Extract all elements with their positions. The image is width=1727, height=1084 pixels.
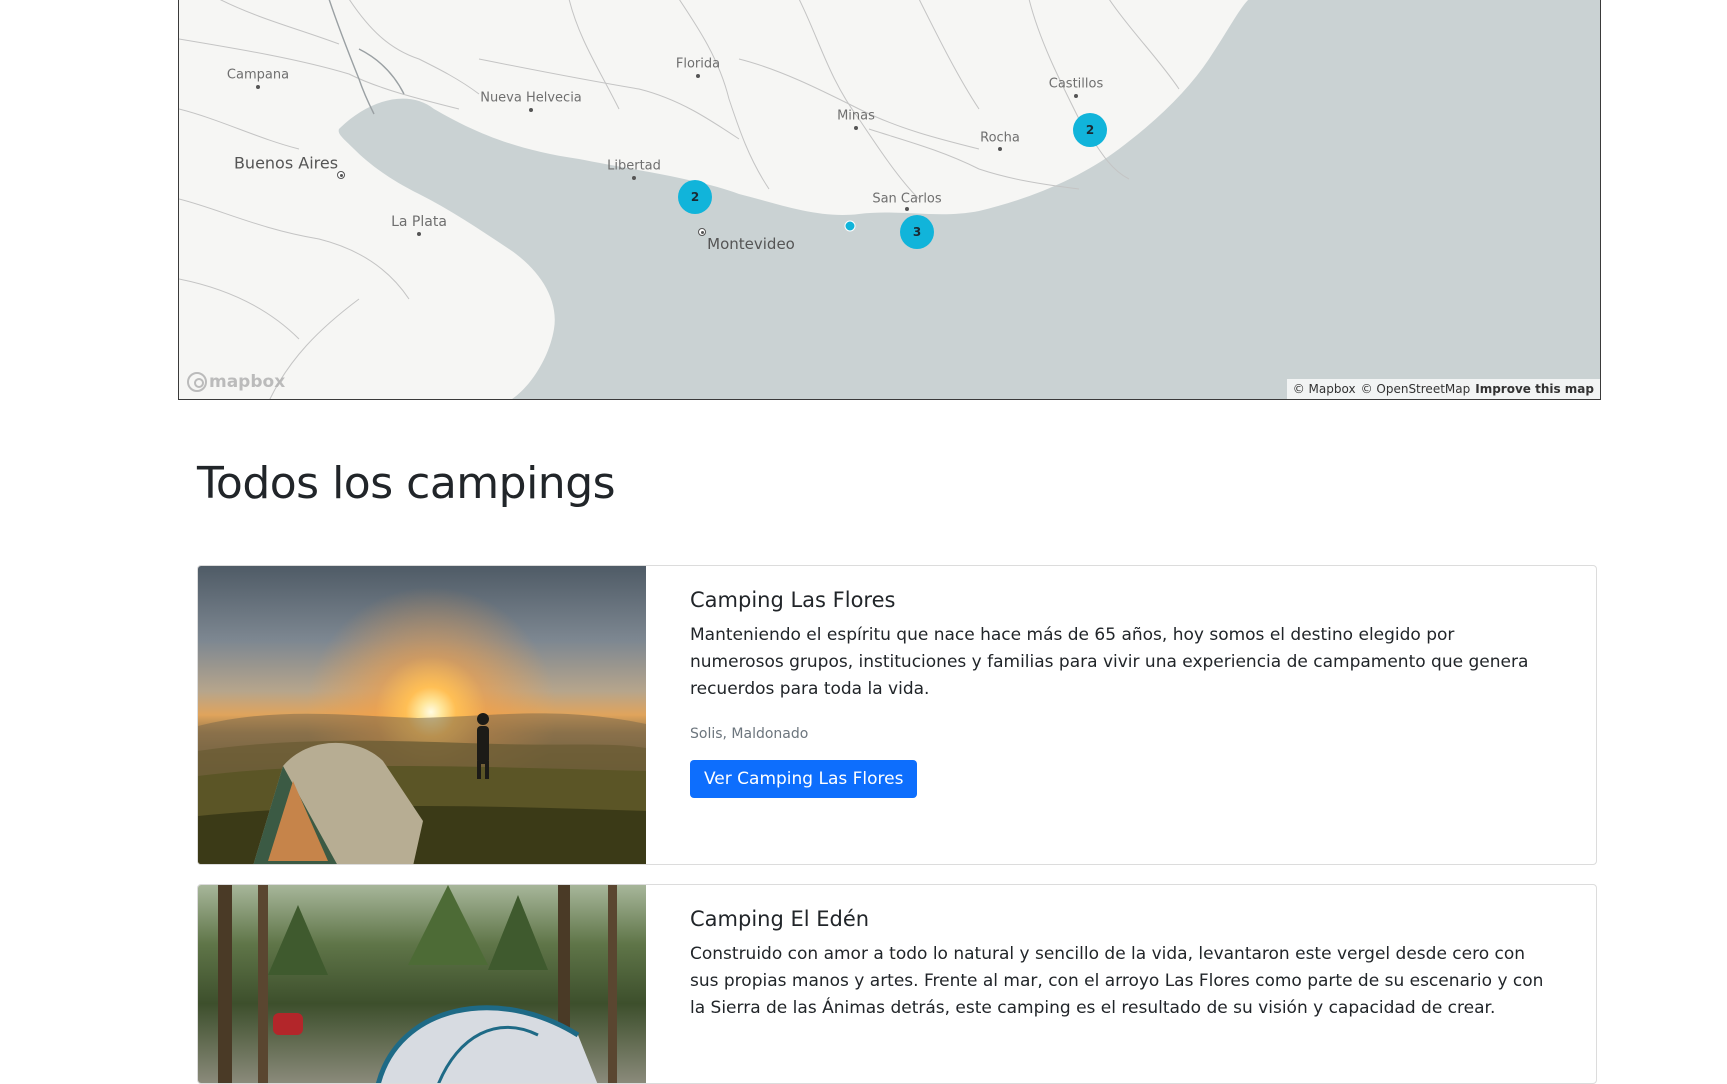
- city-dot: [632, 176, 636, 180]
- mapbox-attribution-link[interactable]: © Mapbox: [1293, 382, 1356, 396]
- city-dot: [696, 74, 700, 78]
- capital-marker: [337, 171, 345, 179]
- campground-image: [198, 566, 646, 864]
- city-dot: [854, 126, 858, 130]
- campground-photo-sunset-tent: [198, 713, 646, 864]
- improve-map-link[interactable]: Improve this map: [1475, 382, 1594, 396]
- place-label-san-carlos: San Carlos: [872, 191, 942, 207]
- city-dot: [905, 207, 909, 211]
- campground-card: Camping El Edén Construido con amor a to…: [197, 884, 1597, 1084]
- campground-description: Construido con amor a todo lo natural y …: [690, 944, 1544, 1018]
- place-label-florida: Florida: [675, 56, 721, 72]
- campground-card-body: Camping Las Flores Manteniendo el espíri…: [646, 566, 1596, 864]
- map-cluster-marker[interactable]: 3: [900, 215, 934, 249]
- capital-marker: [698, 228, 706, 236]
- campground-card: Camping Las Flores Manteniendo el espíri…: [197, 565, 1597, 865]
- mapbox-logo[interactable]: mapbox: [187, 369, 285, 395]
- place-label-libertad: Libertad: [607, 158, 661, 174]
- city-dot: [256, 85, 260, 89]
- campground-location: Solis, Maldonado: [690, 726, 809, 742]
- place-label-castillos: Castillos: [1048, 76, 1104, 92]
- campground-description: Manteniendo el espíritu que nace hace má…: [690, 625, 1529, 699]
- place-label-la-plata: La Plata: [391, 214, 447, 230]
- mapbox-logo-text: mapbox: [209, 372, 286, 392]
- map-point-marker[interactable]: [844, 220, 856, 232]
- map-cluster-marker[interactable]: 2: [1073, 113, 1107, 147]
- city-dot: [529, 108, 533, 112]
- place-label-minas: Minas: [837, 108, 875, 124]
- map-attribution: © Mapbox © OpenStreetMap Improve this ma…: [1286, 379, 1600, 399]
- place-label-nueva-helvecia: Nueva Helvecia: [480, 90, 582, 106]
- campgrounds-cluster-map[interactable]: Campana Nueva Helvecia Florida Minas Cas…: [178, 0, 1601, 400]
- city-dot: [417, 232, 421, 236]
- place-label-montevideo: Montevideo: [707, 235, 795, 253]
- mapbox-logo-icon: [187, 372, 207, 392]
- osm-attribution-link[interactable]: © OpenStreetMap: [1361, 382, 1471, 396]
- campground-image: [198, 885, 646, 1083]
- city-dot: [1074, 94, 1078, 98]
- place-label-rocha: Rocha: [980, 130, 1020, 146]
- campground-card-body: Camping El Edén Construido con amor a to…: [646, 885, 1596, 1083]
- city-dot: [998, 147, 1002, 151]
- campground-photo-forest-tent: [218, 885, 617, 1083]
- place-label-campana: Campana: [226, 67, 290, 83]
- view-campground-button[interactable]: Ver Camping Las Flores: [690, 760, 918, 798]
- campground-title: Camping El Edén: [690, 907, 870, 931]
- page-title: Todos los campings: [197, 458, 616, 509]
- map-cluster-marker[interactable]: 2: [678, 180, 712, 214]
- place-label-buenos-aires: Buenos Aires: [233, 153, 339, 173]
- campground-title: Camping Las Flores: [690, 588, 896, 612]
